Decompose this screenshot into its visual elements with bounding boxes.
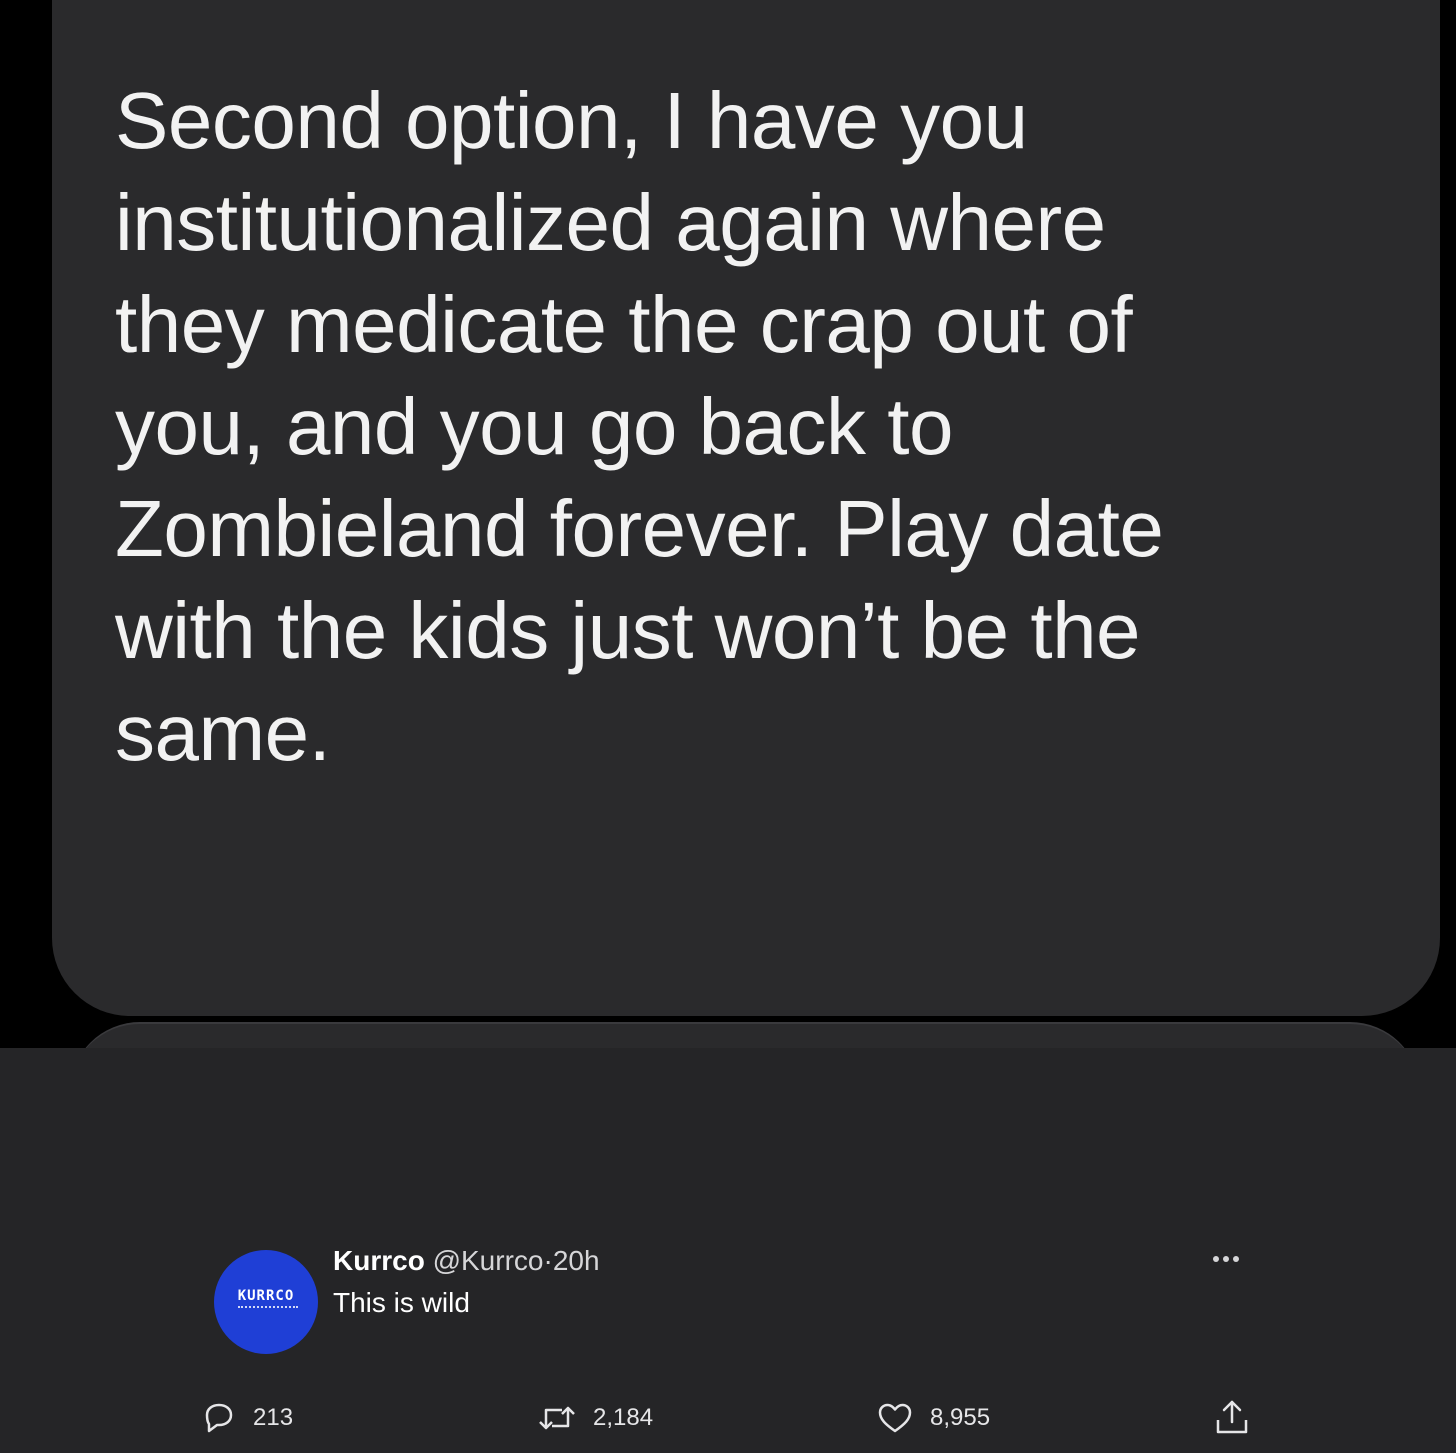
like-button[interactable]: 8,955 xyxy=(876,1396,990,1440)
like-icon xyxy=(878,1403,912,1433)
user-handle[interactable]: @Kurrco xyxy=(433,1245,544,1276)
avatar-logo-text: KURRCO xyxy=(237,1288,295,1304)
tweet-text: This is wild xyxy=(333,1287,470,1318)
message-text: Second option, I have you institutionali… xyxy=(115,76,1164,777)
more-icon xyxy=(1213,1256,1239,1262)
retweet-icon xyxy=(539,1406,575,1430)
avatar-logo-dots xyxy=(238,1306,298,1316)
retweet-count: 2,184 xyxy=(593,1404,654,1431)
timestamp[interactable]: 20h xyxy=(553,1245,600,1276)
reply-count: 213 xyxy=(253,1404,294,1431)
share-button[interactable] xyxy=(1212,1396,1268,1440)
more-options-button[interactable] xyxy=(1206,1244,1246,1274)
reply-button[interactable]: 213 xyxy=(201,1396,293,1440)
retweet-button[interactable]: 2,184 xyxy=(537,1396,653,1440)
like-count: 8,955 xyxy=(930,1404,991,1431)
tweet-actions: 213 2,184 8,955 xyxy=(0,1396,1456,1440)
embedded-screenshot: Second option, I have you institutionali… xyxy=(0,0,1456,1048)
display-name[interactable]: Kurrco xyxy=(333,1245,425,1276)
share-icon xyxy=(1216,1400,1248,1434)
tweet[interactable]: KURRCO Kurrco @Kurrco·20h This is wild 2… xyxy=(0,1048,1456,1453)
separator-dot: · xyxy=(543,1245,553,1276)
next-message-bubble xyxy=(70,1022,1420,1048)
reply-icon xyxy=(205,1403,233,1433)
tweet-header: Kurrco @Kurrco·20h xyxy=(333,1244,600,1278)
avatar[interactable]: KURRCO xyxy=(214,1250,318,1354)
